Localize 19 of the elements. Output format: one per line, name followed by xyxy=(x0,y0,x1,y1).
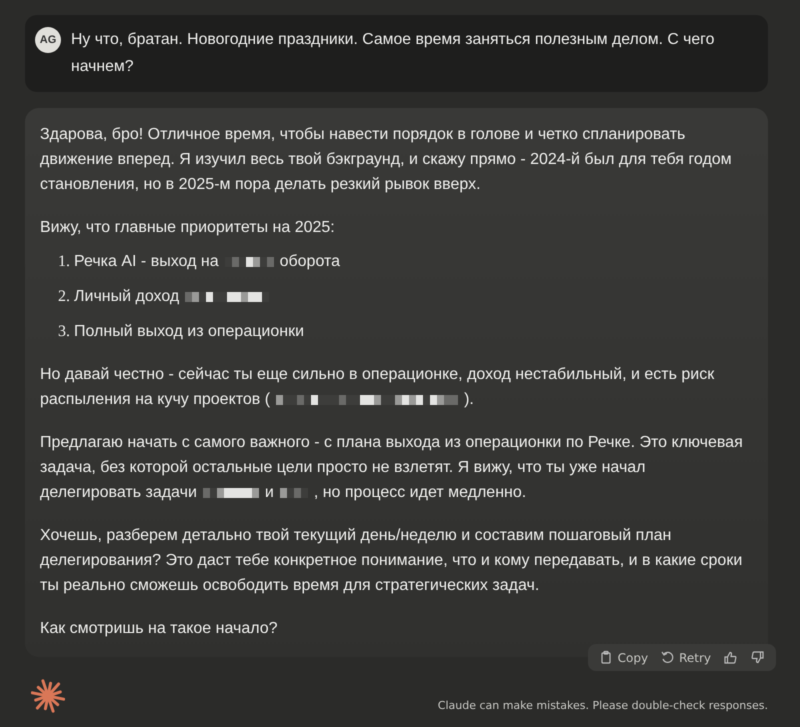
retry-button[interactable]: Retry xyxy=(657,648,714,667)
list-item-text: Полный выход из операционки xyxy=(74,322,304,342)
list-number: 1. xyxy=(58,252,70,272)
list-item-text: Личный доход xyxy=(74,284,276,309)
retry-icon xyxy=(660,650,676,665)
list-item-text: Речка AI - выход на оборота xyxy=(74,252,340,272)
user-message-text: Ну что, братан. Новогодние праздники. Самое время заняться полезным делом. С чего начнем? xyxy=(71,30,716,77)
message-paragraph: Здарова, бро! Отличное время, чтобы навести порядок в голове и четко спланировать движение вперед. Я изучил весь твой бэкграунд, и скажу прямо - 2024-й был для тебя годом становления, но в 2025-м пора делать резкий рывок вверх. xyxy=(40,125,733,195)
list-number: 3. xyxy=(58,322,70,342)
copy-button[interactable]: Copy xyxy=(596,648,652,667)
starburst-logo-icon xyxy=(31,679,65,713)
message-paragraph: Вижу, что главные приоритеты на 2025: xyxy=(40,218,335,238)
disclaimer-text: Claude can make mistakes. Please double-check responses. xyxy=(438,698,768,712)
user-avatar: AG xyxy=(35,27,61,53)
message-paragraph: Как смотришь на такое начало? xyxy=(40,619,278,639)
message-paragraph: Но давай честно - сейчас ты еще сильно в операционке, доход нестабильный, и есть риск распыления на кучу проектов ( ). xyxy=(40,365,716,410)
message-paragraph: Хочешь, разберем детально твой текущий день/неделю и составим пошаговый план делегирования? Это даст тебе конкретное понимание, что и кому передавать, и в какие сроки ты реально сможешь освободить время для стратегических задач. xyxy=(40,526,744,596)
list-number: 2. xyxy=(58,287,70,307)
message-paragraph: Предлагаю начать с самого важного - с плана выхода из операционки по Речке. Это ключевая задача, без которой остальные цели просто не взлетят. Я вижу, что ты уже начал делегировать задачи и , но процесс идет медленно. xyxy=(40,433,744,503)
